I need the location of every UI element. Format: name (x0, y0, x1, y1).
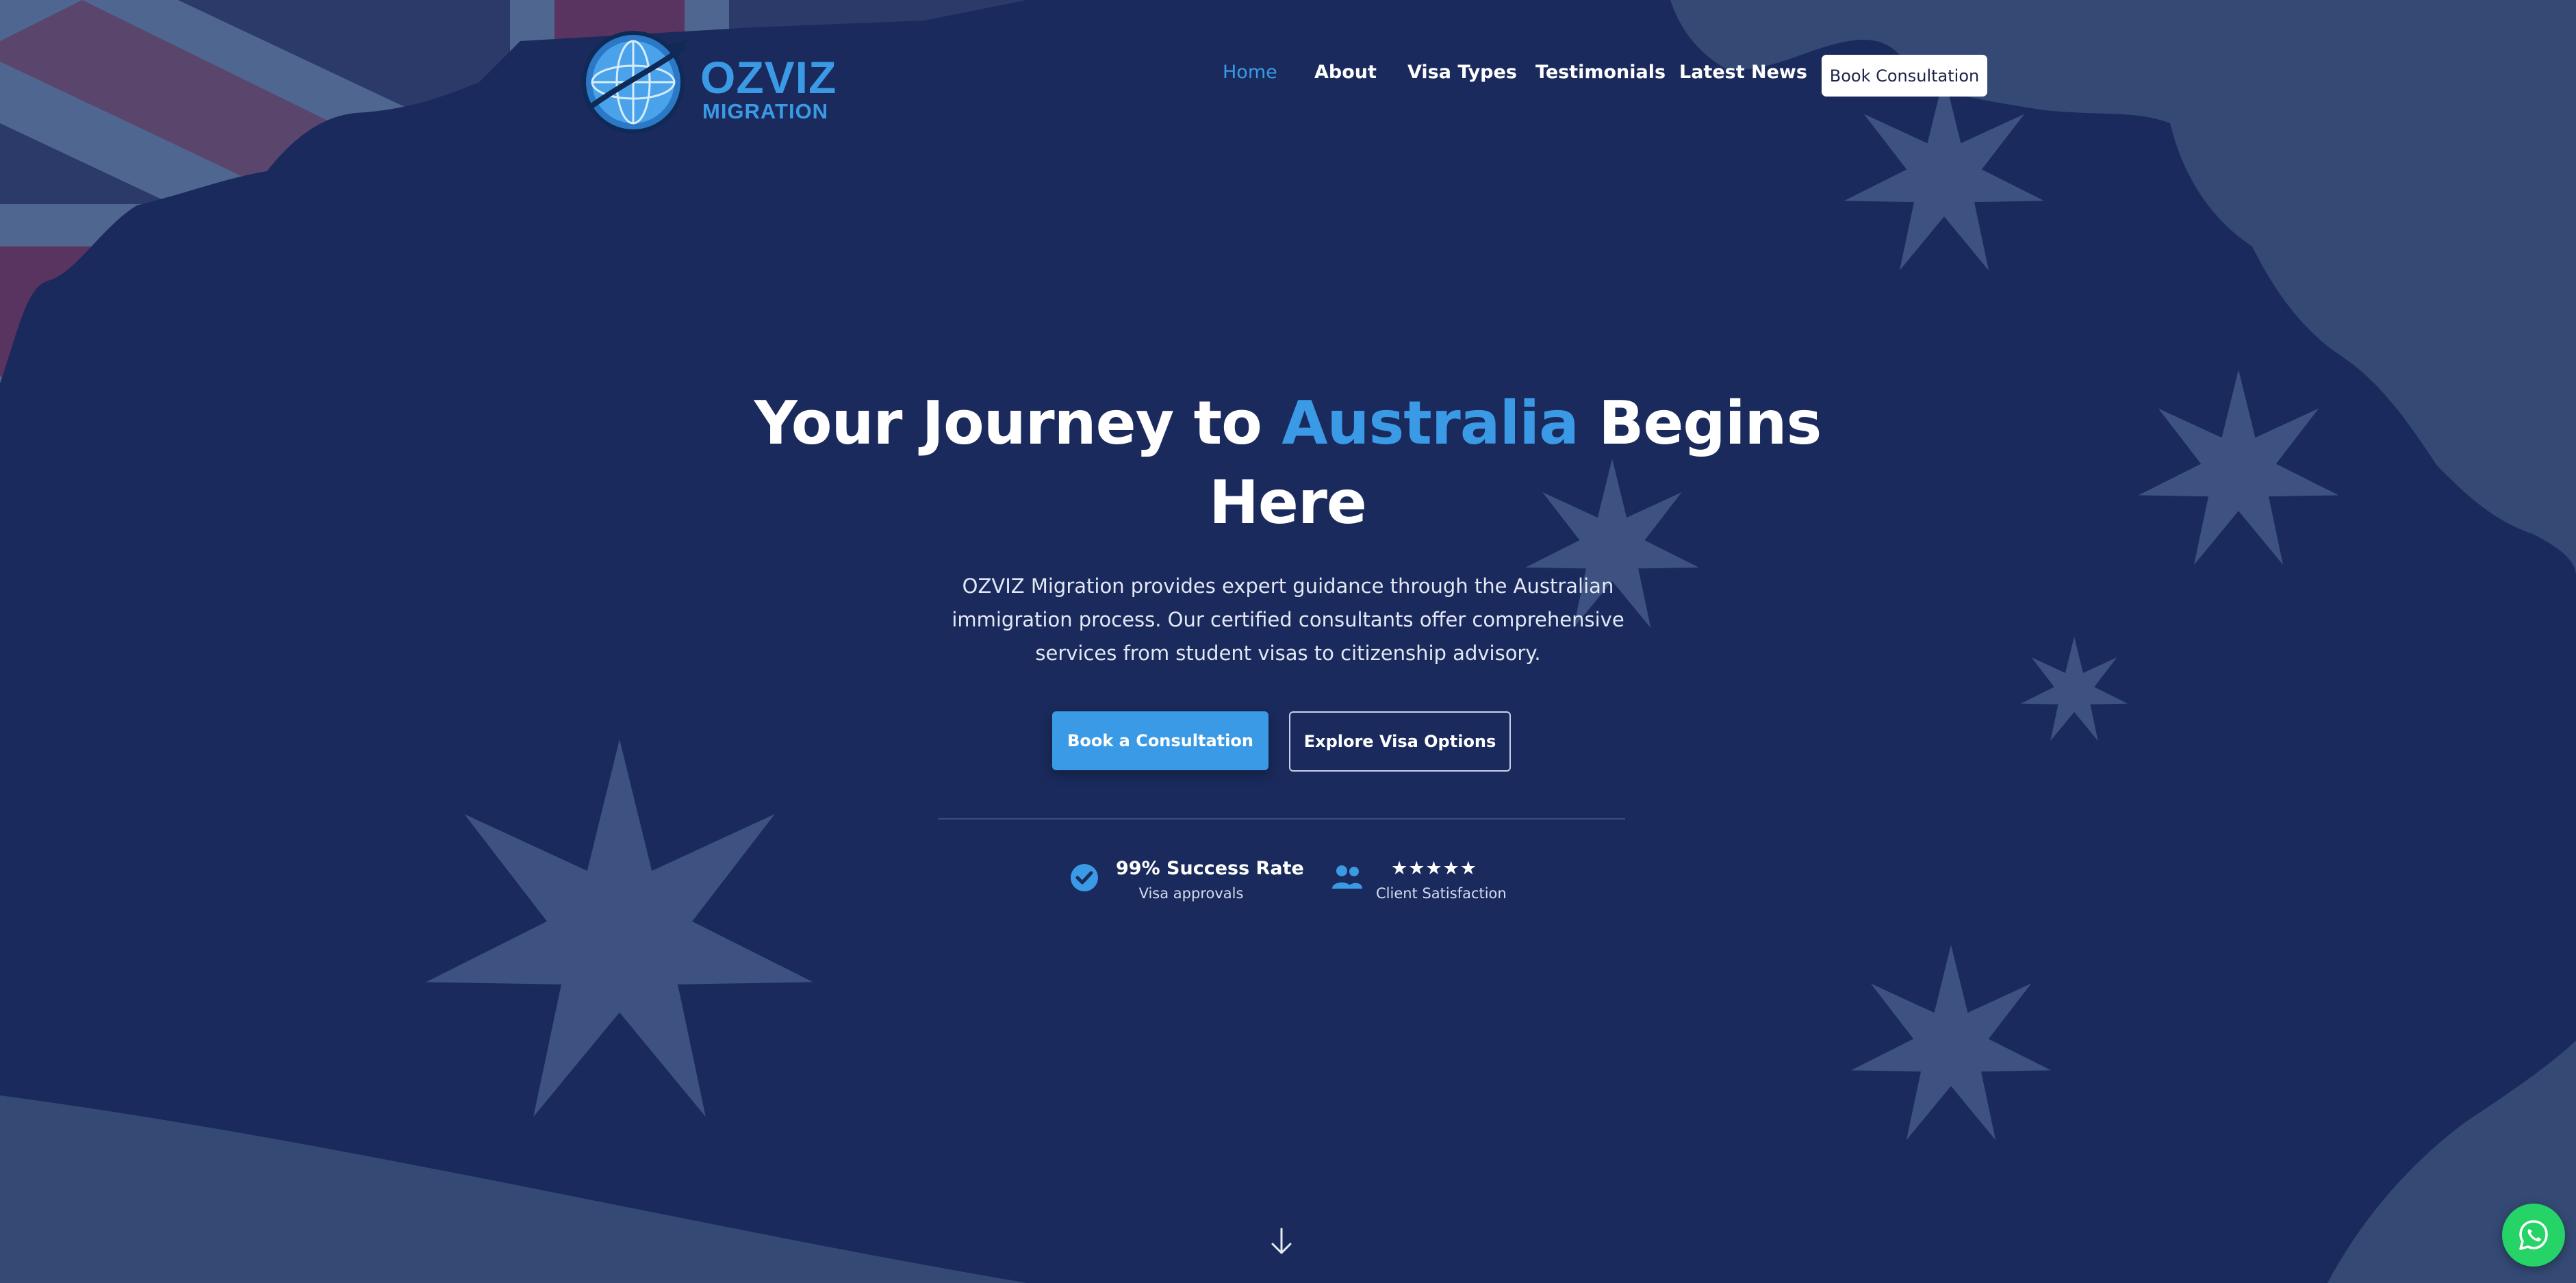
users-icon (1332, 865, 1362, 889)
stats-divider (938, 818, 1625, 820)
brand-name: OZVIZ (700, 52, 837, 103)
nav-item-about[interactable]: About (1314, 62, 1377, 83)
nav-item-visa-types[interactable]: Visa Types (1407, 62, 1517, 83)
hero-description: OZVIZ Migration provides expert guidance… (952, 574, 1624, 665)
book-consultation-button[interactable]: Book a Consultation (1052, 711, 1268, 770)
globe-airplane-icon (582, 31, 688, 134)
hero-section: OZVIZ MIGRATION Home About Visa Types Te… (0, 0, 2576, 1283)
check-circle-icon (1071, 864, 1098, 891)
arrow-down-icon[interactable] (1270, 1227, 1293, 1256)
headline-accent: Australia (1281, 388, 1579, 458)
stat-title: 99% Success Rate (1116, 858, 1304, 879)
stat-subtitle: Visa approvals (1138, 885, 1244, 902)
stat-subtitle: Client Satisfaction (1376, 885, 1507, 902)
hero-headline: Your Journey to Australia Begins Here (740, 383, 1835, 542)
nav-item-home[interactable]: Home (1223, 62, 1277, 83)
book-consultation-nav-button[interactable]: Book Consultation (1822, 55, 1987, 97)
brand-subname: MIGRATION (702, 99, 829, 123)
headline-text-start: Your Journey to (754, 388, 1282, 458)
whatsapp-icon (2519, 1220, 2548, 1250)
nav-item-testimonials[interactable]: Testimonials (1535, 62, 1666, 83)
nav-item-latest-news[interactable]: Latest News (1679, 62, 1807, 83)
stat-client-satisfaction: ★★★★★ Client Satisfaction (1331, 856, 1509, 904)
rating-stars: ★★★★★ (1390, 858, 1478, 879)
whatsapp-chat-button[interactable] (2502, 1204, 2565, 1267)
stat-success-rate: 99% Success Rate Visa approvals (1069, 856, 1304, 904)
brand-logo[interactable]: OZVIZ MIGRATION (575, 26, 837, 136)
explore-visa-options-button[interactable]: Explore Visa Options (1289, 711, 1511, 772)
